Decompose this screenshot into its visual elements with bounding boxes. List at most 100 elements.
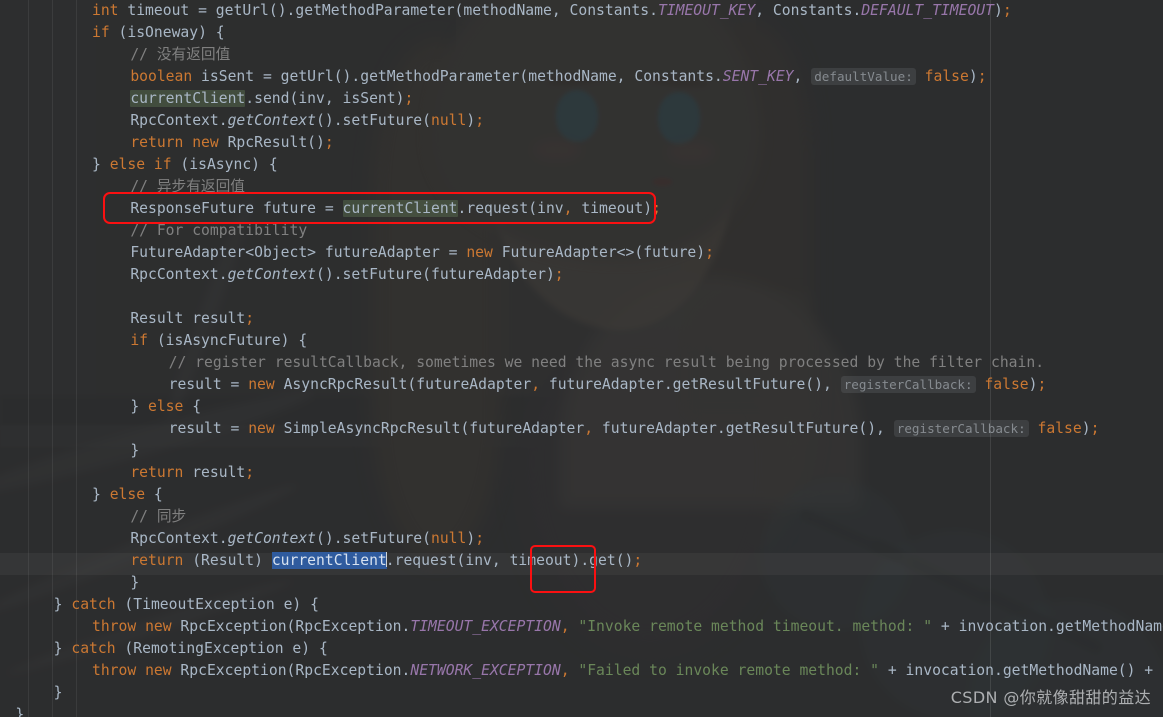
code-token: new — [145, 662, 172, 679]
code-line[interactable]: Result result; — [130, 308, 254, 330]
code-line[interactable]: return (Result) currentClient.request(in… — [130, 550, 642, 572]
code-token: { — [183, 398, 202, 415]
code-line[interactable]: int timeout = getUrl().getMethodParamete… — [92, 0, 1012, 22]
code-token: boolean — [130, 68, 193, 85]
code-line[interactable]: } — [15, 704, 24, 717]
code-line[interactable]: if (isOneway) { — [92, 22, 225, 44]
code-line[interactable]: // For compatibility — [130, 220, 307, 242]
code-line[interactable]: return result; — [130, 462, 254, 484]
code-token: RpcContext. — [130, 530, 228, 547]
code-token: TIMEOUT_KEY — [657, 2, 756, 19]
code-token: // register resultCallback, sometimes we… — [168, 354, 1045, 371]
code-line[interactable]: } else { — [130, 396, 201, 418]
code-token: // 异步有返回值 — [130, 178, 245, 195]
code-token: ) — [1028, 376, 1038, 393]
code-token: currentClient — [130, 90, 246, 107]
code-token: ResponseFuture future = — [130, 200, 343, 217]
code-token: } — [92, 486, 110, 503]
code-token: return — [130, 552, 184, 569]
code-line[interactable]: RpcContext.getContext().setFuture(null); — [130, 528, 484, 550]
code-token: ().setFuture(futureAdapter) — [316, 266, 555, 283]
code-line[interactable]: FutureAdapter<Object> futureAdapter = ne… — [130, 242, 714, 264]
code-token: ; — [245, 310, 255, 327]
code-token: false — [1037, 420, 1082, 437]
code-line[interactable]: ResponseFuture future = currentClient.re… — [130, 198, 661, 220]
code-token: result = — [168, 420, 249, 437]
code-token: // 同步 — [130, 508, 187, 525]
code-token: (isAsyncFuture) { — [148, 332, 308, 349]
code-line[interactable]: } else { — [92, 484, 163, 506]
code-token: if — [92, 24, 110, 41]
code-token: ; — [633, 552, 643, 569]
code-token: "Failed to invoke remote method: " — [578, 662, 880, 679]
code-token: ) — [968, 68, 978, 85]
code-token: // 没有返回值 — [130, 46, 231, 63]
code-token: , — [560, 618, 570, 635]
code-line[interactable]: // register resultCallback, sometimes we… — [169, 352, 1044, 374]
code-line[interactable]: return new RpcResult(); — [130, 132, 333, 154]
code-line[interactable]: } — [54, 682, 63, 704]
code-token: null — [431, 530, 467, 547]
code-token: RpcException(RpcException. — [171, 662, 411, 679]
code-token: } — [53, 640, 72, 657]
code-token: ().setFuture( — [316, 112, 431, 129]
code-token: RpcResult() — [218, 134, 325, 151]
code-token: } — [92, 156, 110, 173]
code-token: SimpleAsyncRpcResult(futureAdapter — [274, 420, 585, 437]
code-token: defaultValue: — [811, 68, 916, 85]
code-line[interactable]: result = new SimpleAsyncRpcResult(future… — [168, 418, 1099, 440]
code-token: new — [145, 618, 172, 635]
code-token: , — [560, 662, 570, 679]
code-area[interactable]: int timeout = getUrl().getMethodParamete… — [0, 0, 1163, 717]
code-token: ; — [554, 266, 564, 283]
code-token: AsyncRpcResult(futureAdapter — [274, 376, 532, 393]
code-line[interactable]: } catch (TimeoutException e) { — [54, 594, 319, 616]
code-token: .request(inv — [457, 200, 564, 217]
code-token: false — [924, 68, 969, 85]
code-line[interactable]: RpcContext.getContext().setFuture(null); — [130, 110, 484, 132]
code-line[interactable]: throw new RpcException(RpcException.NETW… — [92, 660, 1163, 682]
code-line[interactable]: } else if (isAsync) { — [92, 154, 278, 176]
code-token: new — [192, 134, 219, 151]
code-token: registerCallback: — [840, 376, 976, 393]
code-token: registerCallback: — [893, 420, 1029, 437]
code-token: (TimeoutException e) { — [115, 596, 319, 613]
code-line[interactable]: result = new AsyncRpcResult(futureAdapte… — [169, 374, 1047, 396]
code-line[interactable]: if (isAsyncFuture) { — [130, 330, 307, 352]
code-token: null — [431, 112, 467, 129]
code-token: (RemotingException e) { — [115, 640, 328, 657]
code-token: + invocation.getMethodName() + — [879, 662, 1162, 679]
code-token: Result result — [130, 310, 246, 327]
code-line[interactable]: } — [130, 440, 139, 462]
code-line[interactable]: // 同步 — [130, 506, 186, 528]
code-token: ) — [993, 2, 1003, 19]
code-token: futureAdapter.getResultFuture(), — [593, 420, 894, 437]
code-token: ) — [466, 112, 476, 129]
code-token: new — [248, 376, 275, 393]
code-token: ; — [1037, 376, 1047, 393]
code-token: ; — [404, 90, 414, 107]
code-token: ; — [1002, 2, 1012, 19]
code-line[interactable]: RpcContext.getContext().setFuture(future… — [130, 264, 563, 286]
code-line[interactable]: } catch (RemotingException e) { — [54, 638, 328, 660]
code-token: else — [148, 398, 184, 415]
code-token: currentClient — [271, 552, 387, 569]
code-token: + invocation.getMethodName() + — [940, 618, 1163, 635]
code-token: getContext — [227, 530, 317, 547]
code-line[interactable]: currentClient.send(inv, isSent); — [130, 88, 413, 110]
code-line[interactable]: // 没有返回值 — [130, 44, 230, 66]
code-token: else — [109, 486, 146, 503]
code-line[interactable]: boolean isSent = getUrl().getMethodParam… — [130, 66, 987, 88]
code-token: (Result) — [183, 552, 272, 569]
code-line[interactable]: } — [130, 572, 139, 594]
code-line[interactable]: // 异步有返回值 — [130, 176, 245, 198]
code-line[interactable]: throw new RpcException(RpcException.TIME… — [92, 616, 1163, 638]
code-token: isSent = getUrl().getMethodParameter(met… — [192, 68, 723, 85]
code-token: timeout) — [572, 200, 653, 217]
code-token: (isAsync) { — [171, 156, 278, 173]
code-token: ; — [324, 134, 334, 151]
